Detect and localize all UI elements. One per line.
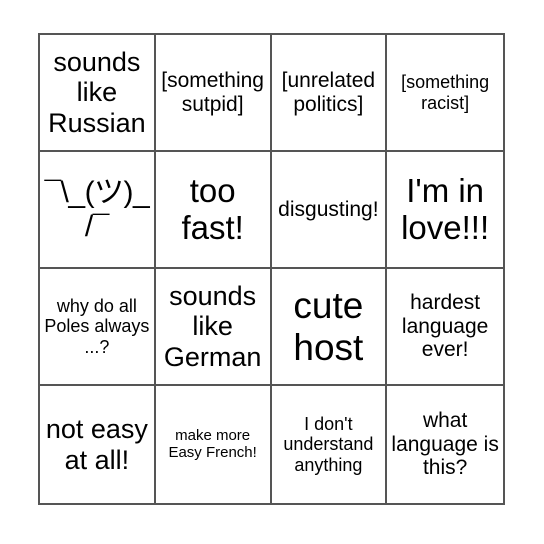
bingo-cell-r1-c1[interactable]: sounds like Russian: [40, 35, 156, 152]
bingo-cell-r2-c3[interactable]: disgusting!: [271, 152, 388, 269]
bingo-cell-label: I don't understand anything: [283, 414, 379, 475]
bingo-cell-r4-c2[interactable]: make more Easy French!: [156, 386, 272, 503]
bingo-cell-label: [unrelated politics]: [281, 68, 381, 116]
bingo-card-grid: sounds like Russian [something sutpid] [un…: [38, 33, 505, 505]
bingo-cell-r3-c3[interactable]: cute host: [271, 269, 388, 386]
bingo-cell-label: disgusting!: [278, 197, 379, 221]
bingo-cell-label: what language is this?: [391, 409, 499, 480]
bingo-cell-r2-c2[interactable]: too fast!: [155, 152, 272, 269]
bingo-cell-r2-c1[interactable]: ¯\_(ツ)_/¯: [40, 152, 156, 269]
bingo-cell-r3-c2[interactable]: sounds like German: [155, 269, 272, 386]
bingo-cell-r4-c3[interactable]: I don't understand anything: [272, 386, 388, 503]
bingo-cell-r4-c1[interactable]: not easy at all!: [40, 386, 156, 503]
bingo-cell-label: cute host: [293, 285, 374, 368]
bingo-cell-label: hardest language ever!: [401, 291, 495, 362]
bingo-cell-r1-c3[interactable]: [unrelated politics]: [271, 35, 388, 152]
bingo-cell-label: not easy at all!: [45, 414, 156, 475]
bingo-cell-label: too fast!: [181, 171, 245, 246]
bingo-cell-label: [something racist]: [401, 72, 495, 113]
bingo-cell-label: make more Easy French!: [168, 426, 257, 461]
bingo-cell-label: why do all Poles always ...?: [44, 296, 155, 357]
bingo-cell-label: [something sutpid]: [161, 68, 270, 116]
bingo-cell-r3-c1[interactable]: why do all Poles always ...?: [40, 269, 156, 386]
bingo-cell-r2-c4[interactable]: I'm in love!!!: [387, 152, 503, 269]
bingo-cell-r1-c4[interactable]: [something racist]: [387, 35, 503, 152]
bingo-cell-label: sounds like German: [163, 281, 264, 372]
bingo-cell-r1-c2[interactable]: [something sutpid]: [155, 35, 272, 152]
bingo-cell-label: sounds like Russian: [48, 47, 148, 138]
bingo-cell-r4-c4[interactable]: what language is this?: [387, 386, 503, 503]
bingo-cell-label: I'm in love!!!: [401, 171, 494, 246]
bingo-cell-r3-c4[interactable]: hardest language ever!: [387, 269, 503, 386]
bingo-cell-label: ¯\_(ツ)_/¯: [44, 175, 150, 243]
